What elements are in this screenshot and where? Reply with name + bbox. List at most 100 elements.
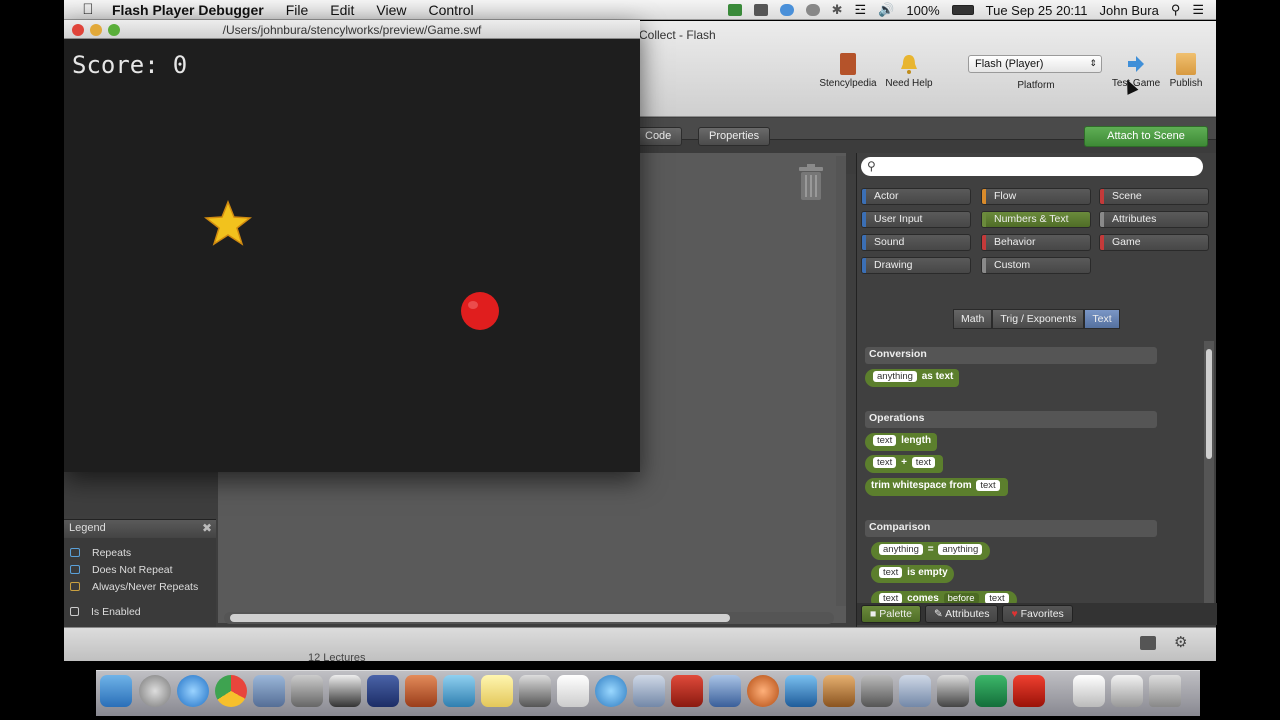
scrollbar-thumb[interactable] (1206, 349, 1212, 459)
tab-attributes[interactable]: ✎ Attributes (924, 605, 999, 623)
canvas-vertical-scrollbar[interactable] (836, 156, 846, 606)
safari-icon[interactable] (177, 675, 209, 707)
block-equals[interactable]: anything = anything (871, 542, 991, 560)
block-is-empty[interactable]: text is empty (871, 565, 954, 583)
wifi-icon[interactable]: ☲ (855, 2, 867, 18)
score-value: 0 (172, 51, 188, 79)
category-color-bar (982, 235, 986, 250)
downloads-icon[interactable] (1111, 675, 1143, 707)
game-stage[interactable]: Score: 0 (64, 39, 640, 472)
preview-icon[interactable] (443, 675, 475, 707)
category-scene[interactable]: Scene (1099, 188, 1209, 205)
xcode-icon[interactable] (291, 675, 323, 707)
console-icon[interactable] (1140, 636, 1156, 650)
bluetooth-icon[interactable]: ✱ (832, 2, 843, 18)
category-game[interactable]: Game (1099, 234, 1209, 251)
category-label: User Input (874, 213, 923, 225)
tab-text[interactable]: Text (1084, 309, 1120, 329)
category-behavior[interactable]: Behavior (981, 234, 1091, 251)
block-slot[interactable]: anything (938, 544, 983, 555)
category-actor[interactable]: Actor (861, 188, 971, 205)
platform-select[interactable]: Flash (Player) ⇕ (968, 55, 1102, 73)
palette-scrollbar[interactable] (1204, 341, 1214, 616)
finder-icon[interactable] (100, 675, 132, 707)
block-trim-whitespace[interactable]: trim whitespace from text (865, 478, 1008, 496)
block-slot[interactable]: text (879, 567, 903, 578)
chrome-icon[interactable] (215, 675, 247, 707)
iphone-simulator-icon[interactable] (329, 675, 361, 707)
repeat-icon (70, 548, 80, 557)
block-text-concat[interactable]: text + text (865, 455, 944, 473)
menu-view[interactable]: View (376, 2, 406, 18)
category-drawing[interactable]: Drawing (861, 257, 971, 274)
block-slot[interactable]: text (911, 457, 936, 468)
category-sound[interactable]: Sound (861, 234, 971, 251)
menu-file[interactable]: File (286, 2, 309, 18)
category-custom[interactable]: Custom (981, 257, 1091, 274)
notes-icon[interactable] (481, 675, 513, 707)
display-tray-icon[interactable] (753, 4, 768, 16)
system-preferences-icon[interactable] (861, 675, 893, 707)
tab-properties[interactable]: Properties (698, 127, 771, 146)
battery-icon[interactable] (951, 5, 974, 15)
menu-app-name[interactable]: Flash Player Debugger (112, 2, 264, 18)
time-machine-icon[interactable] (805, 4, 820, 16)
scrollbar-thumb[interactable] (230, 614, 730, 622)
canvas-horizontal-scrollbar[interactable] (224, 612, 834, 624)
mail-icon[interactable] (253, 675, 285, 707)
volume-icon[interactable]: 🔊 (878, 2, 894, 18)
automator-icon[interactable] (937, 675, 969, 707)
category-flow[interactable]: Flow (981, 188, 1091, 205)
flash-icon[interactable] (1013, 675, 1045, 707)
sync-tray-icon[interactable] (779, 4, 794, 16)
menu-edit[interactable]: Edit (330, 2, 354, 18)
attach-to-scene-button[interactable]: Attach to Scene (1084, 126, 1208, 147)
gear-icon[interactable]: ⚙ (1174, 633, 1187, 651)
stencyl-icon[interactable] (633, 675, 665, 707)
captivate-tray-icon[interactable] (727, 4, 742, 16)
stencyl-alt-icon[interactable] (899, 675, 931, 707)
battery-label[interactable]: 100% (906, 3, 939, 18)
notification-list-icon[interactable]: ☰ (1192, 2, 1204, 18)
final-cut-icon[interactable] (709, 675, 741, 707)
need-help-button[interactable]: Need Help (875, 53, 943, 89)
trash-icon[interactable] (797, 163, 825, 201)
trash-dock-icon[interactable] (1149, 675, 1181, 707)
codea-icon[interactable] (671, 675, 703, 707)
category-numbers-text[interactable]: Numbers & Text (981, 211, 1091, 228)
category-user-input[interactable]: User Input (861, 211, 971, 228)
block-slot[interactable]: text (873, 457, 897, 468)
unity-icon[interactable] (519, 675, 551, 707)
user-name[interactable]: John Bura (1100, 3, 1159, 18)
tab-math[interactable]: Math (953, 309, 993, 329)
clock[interactable]: Tue Sep 25 20:11 (986, 3, 1088, 18)
spotlight-icon[interactable]: ⚲ (1171, 2, 1181, 18)
block-slot[interactable]: text (976, 480, 1000, 491)
calendar-icon[interactable] (557, 675, 589, 707)
menu-control[interactable]: Control (429, 2, 474, 18)
block-text-length[interactable]: text length (865, 433, 938, 451)
tab-trig-exponents[interactable]: Trig / Exponents (992, 309, 1085, 329)
block-slot[interactable]: anything (873, 371, 917, 382)
close-icon[interactable]: ✖ (202, 521, 212, 535)
tab-palette[interactable]: ■ Palette (861, 605, 921, 623)
block-slot[interactable]: anything (879, 544, 923, 555)
tab-favorites[interactable]: ♥ Favorites (1002, 605, 1073, 623)
stencylpedia-button[interactable]: Stencylpedia (814, 53, 882, 89)
block-slot[interactable]: text (873, 435, 897, 446)
itunes-icon[interactable] (595, 675, 627, 707)
apple-icon[interactable]:  (64, 1, 112, 18)
screenflow-icon[interactable] (405, 675, 437, 707)
publish-button[interactable]: Publish (1152, 53, 1220, 89)
launchpad-icon[interactable] (139, 675, 171, 707)
palette-search-input[interactable]: ⚲ (861, 157, 1203, 176)
dvd-player-icon[interactable] (747, 675, 779, 707)
network-icon[interactable] (785, 675, 817, 707)
premiere-icon[interactable] (367, 675, 399, 707)
tab-code[interactable]: Code (634, 127, 683, 146)
document-icon[interactable] (1073, 675, 1105, 707)
category-attributes[interactable]: Attributes (1099, 211, 1209, 228)
garageband-icon[interactable] (823, 675, 855, 707)
block-as-text[interactable]: anything as text (865, 369, 960, 387)
captivate-icon[interactable] (975, 675, 1007, 707)
